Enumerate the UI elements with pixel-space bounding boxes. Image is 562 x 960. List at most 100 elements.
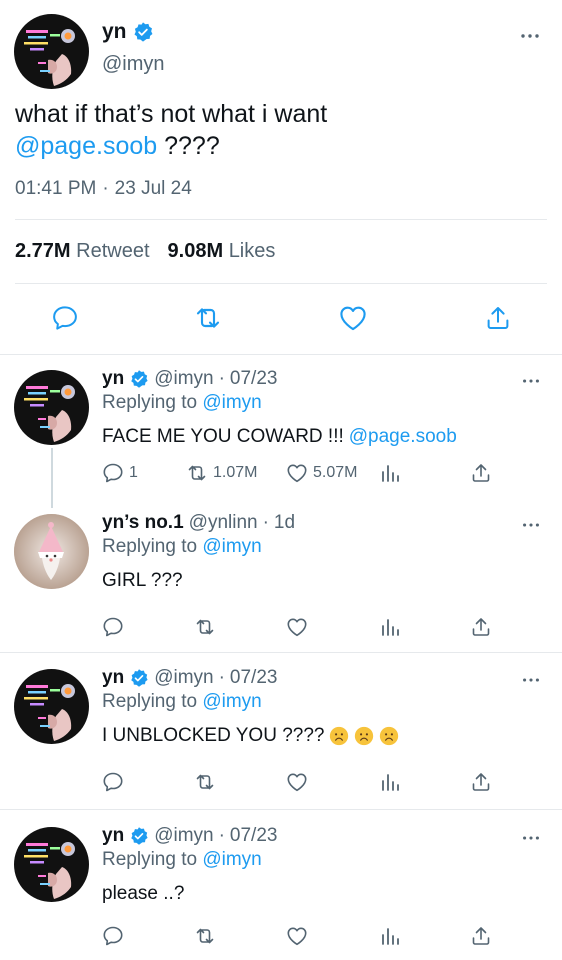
main-tweet: yn @imyn what if that’s not what i want … [0,0,562,355]
retweet-count: 1.07M [213,464,258,481]
timestamp[interactable]: 01:41 PM · 23 Jul 24 [15,178,192,200]
reply-button[interactable]: 1 [101,458,138,488]
like-icon [285,770,309,794]
reply-button[interactable] [101,767,125,797]
retweet-icon [185,461,209,485]
analytics-icon [378,615,402,639]
retweet-button[interactable]: 1.07M [185,458,257,488]
share-button[interactable] [469,612,493,642]
like-icon [285,461,309,485]
more-icon[interactable] [518,24,542,48]
separator-dot: · [102,178,109,199]
author-handle[interactable]: @ynlinn [189,512,258,534]
reply-button[interactable] [101,921,125,951]
more-icon[interactable] [520,669,542,691]
analytics-button[interactable] [378,458,402,488]
replying-label: Replying to [102,849,198,870]
reply-header: yn’s no.1 @ynlinn · 1d [102,512,295,534]
avatar[interactable] [14,14,89,89]
replying-label: Replying to [102,392,198,413]
share-button[interactable] [480,300,516,336]
analytics-button[interactable] [378,612,402,642]
author-name[interactable]: yn [102,667,124,689]
author-name[interactable]: yn [102,825,124,847]
retweet-button[interactable] [193,767,217,797]
share-button[interactable] [469,767,493,797]
replying-handle[interactable]: @imyn [202,849,261,870]
reply-tweet[interactable]: yn’s no.1 @ynlinn · 1d Replying to @imyn… [0,500,562,650]
share-button[interactable] [469,921,493,951]
reply-text: FACE ME YOU COWARD !!! @page.soob [102,426,457,448]
reply-date: 1d [273,512,296,533]
reply-button[interactable] [101,612,125,642]
reply-text: please ..? [102,883,184,905]
retweet-button[interactable] [190,300,226,336]
retweet-count: 2.77M [15,240,71,262]
more-icon[interactable] [520,370,542,392]
author-handle[interactable]: @imyn [154,825,213,847]
verified-icon [132,21,154,43]
replying-to: Replying to @imyn [102,849,262,871]
retweet-button[interactable] [193,921,217,951]
author-handle[interactable]: @imyn [154,368,213,390]
replying-handle[interactable]: @imyn [202,392,261,413]
tweet-text-suffix: ???? [157,132,220,160]
like-button[interactable] [285,612,309,642]
like-button[interactable] [285,921,309,951]
analytics-button[interactable] [378,767,402,797]
reply-button[interactable] [47,300,83,336]
likes-count: 9.08M [167,240,224,262]
reply-date: 07/23 [229,667,278,688]
retweet-icon [192,302,224,334]
like-button[interactable] [285,767,309,797]
separator-dot: · [262,512,269,533]
author-row: yn [102,20,154,44]
avatar[interactable] [14,514,89,589]
retweet-button[interactable] [193,612,217,642]
like-button[interactable] [335,300,371,336]
share-button[interactable] [469,458,493,488]
author-name[interactable]: yn [102,20,127,44]
reply-date: 07/23 [229,368,278,389]
verified-icon [129,668,149,688]
replying-handle[interactable]: @imyn [202,691,261,712]
tweet-time: 01:41 PM [15,178,97,199]
retweet-icon [193,770,217,794]
reply-body: please ..? [102,883,185,904]
action-bar [0,767,562,797]
retweet-icon [193,924,217,948]
reply-icon [101,770,125,794]
retweet-icon [193,615,217,639]
verified-icon [129,826,149,846]
share-icon [469,461,493,485]
author-name[interactable]: yn’s no.1 [102,512,184,534]
mention-link[interactable]: @page.soob [349,426,457,448]
author-handle[interactable]: @imyn [154,667,213,689]
reply-header: yn @imyn · 07/23 [102,368,277,390]
reply-tweet[interactable]: yn @imyn · 07/23 Replying to @imyn I UNB… [0,655,562,805]
avatar[interactable] [14,669,89,744]
like-button[interactable]: 5.07M [285,458,357,488]
more-icon[interactable] [520,827,542,849]
reply-tweet[interactable]: yn @imyn · 07/23 Replying to @imyn pleas… [0,813,562,960]
divider [0,354,562,355]
more-icon[interactable] [520,514,542,536]
divider [0,652,562,653]
author-handle[interactable]: @imyn [102,53,165,76]
reply-body: I UNBLOCKED YOU ???? [102,725,325,746]
separator-dot: · [218,667,225,688]
analytics-button[interactable] [378,921,402,951]
tweet-date: 23 Jul 24 [114,178,192,199]
avatar[interactable] [14,370,89,445]
reply-tweet[interactable]: yn @imyn · 07/23 Replying to @imyn FACE … [0,356,562,508]
mention-link[interactable]: @page.soob [15,132,157,160]
avatar[interactable] [14,827,89,902]
replying-handle[interactable]: @imyn [202,536,261,557]
replying-label: Replying to [102,536,198,557]
reply-icon [101,924,125,948]
share-icon [469,615,493,639]
divider [15,219,547,220]
author-name[interactable]: yn [102,368,124,390]
likes-stat[interactable]: 9.08M Likes [168,240,276,263]
retweet-stat[interactable]: 2.77M Retweet [15,240,150,263]
